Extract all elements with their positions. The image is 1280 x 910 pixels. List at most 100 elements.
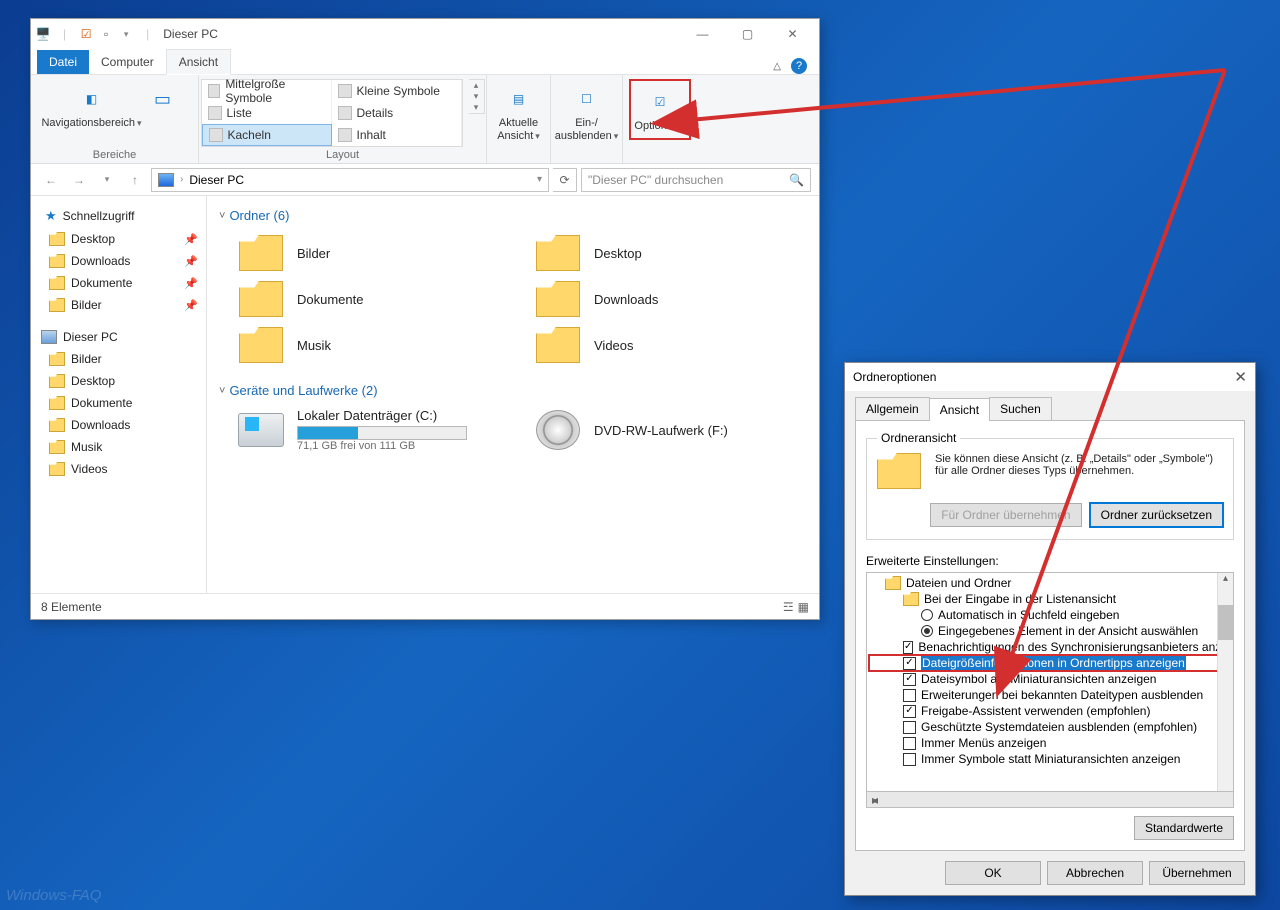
nav-item[interactable]: Bilder📌 [31,294,206,316]
drive-icon [238,413,284,447]
tree-check-hidesys[interactable]: Geschützte Systemdateien ausblenden (emp… [869,719,1231,735]
show-hide-icon: ☐ [571,83,603,115]
tab-computer[interactable]: Computer [89,50,166,74]
help-icon[interactable]: ? [791,58,807,74]
folder-view-text: Sie können diese Ansicht (z. B. „Details… [935,453,1223,493]
layout-small[interactable]: Kleine Symbole [332,80,462,102]
drive-usage-bar [297,426,467,440]
folder-tile[interactable]: Dokumente [237,279,510,319]
layout-gallery[interactable]: Mittelgroße Symbole Kleine Symbole Liste… [201,79,463,147]
dialog-title: Ordneroptionen [853,370,936,384]
nav-pane-button[interactable]: ◧ Navigationsbereich [47,79,137,134]
dvd-tile[interactable]: DVD-RW-Laufwerk (F:) [534,408,807,452]
tree-hscrollbar[interactable]: ◂▸ [866,792,1234,808]
dialog-titlebar[interactable]: Ordneroptionen ✕ [845,363,1255,391]
current-view-button[interactable]: ▤ Aktuelle Ansicht [491,79,547,147]
dialog-page-view: Ordneransicht Sie können diese Ansicht (… [855,420,1245,851]
folder-tile[interactable]: Downloads [534,279,807,319]
forward-button[interactable]: → [67,168,91,192]
dialog-tab-search[interactable]: Suchen [989,397,1052,420]
nav-item[interactable]: Dokumente [31,392,206,414]
nav-item[interactable]: Downloads [31,414,206,436]
group-drives-header[interactable]: Geräte und Laufwerke (2) [219,379,807,402]
tree-radio-search[interactable]: Automatisch in Suchfeld eingeben [869,607,1231,623]
dialog-tab-view[interactable]: Ansicht [929,398,990,421]
qat-dropdown-icon[interactable]: ▾ [118,26,134,42]
ribbon-group-layout-label: Layout [205,147,480,161]
maximize-button[interactable]: ▢ [725,20,770,48]
layout-tiles[interactable]: Kacheln [202,124,332,146]
options-button[interactable]: ☑ Optionen [632,82,688,137]
dialog-close-button[interactable]: ✕ [1234,368,1247,386]
titlebar[interactable]: 🖥️ | ☑ ▫ ▾ | Dieser PC — ▢ ✕ [31,19,819,49]
layout-content[interactable]: Inhalt [332,124,462,146]
folder-tile[interactable]: Musik [237,325,510,365]
qat-newfolder-icon[interactable]: ▫ [98,26,114,42]
tree-vscrollbar[interactable]: ▴ [1217,573,1233,791]
tree-check-iconthumb[interactable]: ✓Dateisymbol auf Miniaturansichten anzei… [869,671,1231,687]
dvd-icon [536,410,580,450]
folder-tile[interactable]: Desktop [534,233,807,273]
tree-check-alwaysicons[interactable]: Immer Symbole statt Miniaturansichten an… [869,751,1231,767]
tree-radio-select[interactable]: Eingegebenes Element in der Ansicht ausw… [869,623,1231,639]
layout-gallery-scroll[interactable]: ▴▾▾ [469,79,485,114]
ribbon-collapse-icon[interactable]: △ [773,61,781,72]
current-view-icon: ▤ [503,83,535,115]
recent-button[interactable]: ▾ [95,168,119,192]
search-input[interactable]: "Dieser PC" durchsuchen 🔍 [581,168,811,192]
layout-details[interactable]: Details [332,102,462,124]
folder-tile[interactable]: Videos [534,325,807,365]
tree-check-sharewiz[interactable]: ✓Freigabe-Assistent verwenden (empfohlen… [869,703,1231,719]
minimize-button[interactable]: — [680,20,725,48]
layout-medium[interactable]: Mittelgroße Symbole [202,80,332,102]
qat-properties-icon[interactable]: ☑ [78,26,94,42]
window-title: Dieser PC [163,27,218,41]
show-hide-button[interactable]: ☐ Ein-/ ausblenden [554,79,620,147]
up-button[interactable]: ↑ [123,168,147,192]
tab-view[interactable]: Ansicht [166,49,231,75]
cancel-button[interactable]: Abbrechen [1047,861,1143,885]
layout-list[interactable]: Liste [202,102,332,124]
address-bar: ← → ▾ ↑ › Dieser PC ▾ ⟳ "Dieser PC" durc… [31,164,819,196]
address-box[interactable]: › Dieser PC ▾ [151,168,549,192]
content-area[interactable]: Ordner (6) Bilder Desktop Dokumente Down… [207,196,819,593]
nav-item[interactable]: Dokumente📌 [31,272,206,294]
back-button[interactable]: ← [39,168,63,192]
nav-this-pc[interactable]: Dieser PC [31,326,206,348]
restore-defaults-button[interactable]: Standardwerte [1134,816,1234,840]
view-details-icon[interactable]: ☲ [783,600,794,614]
tree-check-hideext[interactable]: Erweiterungen bei bekannten Dateitypen a… [869,687,1231,703]
refresh-button[interactable]: ⟳ [553,168,577,192]
drive-tile[interactable]: Lokaler Datenträger (C:) 71,1 GB frei vo… [237,408,510,452]
nav-item[interactable]: Downloads📌 [31,250,206,272]
apply-to-folders-button[interactable]: Für Ordner übernehmen [930,503,1081,527]
advanced-settings-tree[interactable]: Dateien und Ordner Bei der Eingabe in de… [866,572,1234,792]
nav-item[interactable]: Desktop📌 [31,228,206,250]
ok-button[interactable]: OK [945,861,1041,885]
nav-pane[interactable]: ★Schnellzugriff Desktop📌 Downloads📌 Doku… [31,196,207,593]
folder-tile[interactable]: Bilder [237,233,510,273]
reset-folders-button[interactable]: Ordner zurücksetzen [1090,503,1223,527]
group-folders-header[interactable]: Ordner (6) [219,204,807,227]
apply-button[interactable]: Übernehmen [1149,861,1245,885]
dialog-tabs: Allgemein Ansicht Suchen [845,391,1255,420]
nav-item[interactable]: Musik [31,436,206,458]
folder-view-icon [877,453,921,489]
nav-quick-access[interactable]: ★Schnellzugriff [31,204,206,228]
view-tiles-icon[interactable]: ▦ [798,600,809,614]
nav-item[interactable]: Bilder [31,348,206,370]
advanced-settings-label: Erweiterte Einstellungen: [866,554,1234,568]
preview-pane-button[interactable]: ▭ [143,79,183,119]
tab-file[interactable]: Datei [37,50,89,74]
close-button[interactable]: ✕ [770,20,815,48]
tree-check-sync[interactable]: ✓Benachrichtigungen des Synchronisierung… [869,639,1231,655]
address-pc-icon [158,173,174,187]
dialog-tab-general[interactable]: Allgemein [855,397,930,420]
nav-item[interactable]: Videos [31,458,206,480]
search-icon: 🔍 [789,173,804,187]
tree-check-filesize[interactable]: ✓Dateigrößeinformationen in Ordnertipps … [869,655,1231,671]
tree-check-alwaysmenu[interactable]: Immer Menüs anzeigen [869,735,1231,751]
status-text: 8 Elemente [41,600,102,614]
nav-item[interactable]: Desktop [31,370,206,392]
options-icon: ☑ [644,86,676,118]
